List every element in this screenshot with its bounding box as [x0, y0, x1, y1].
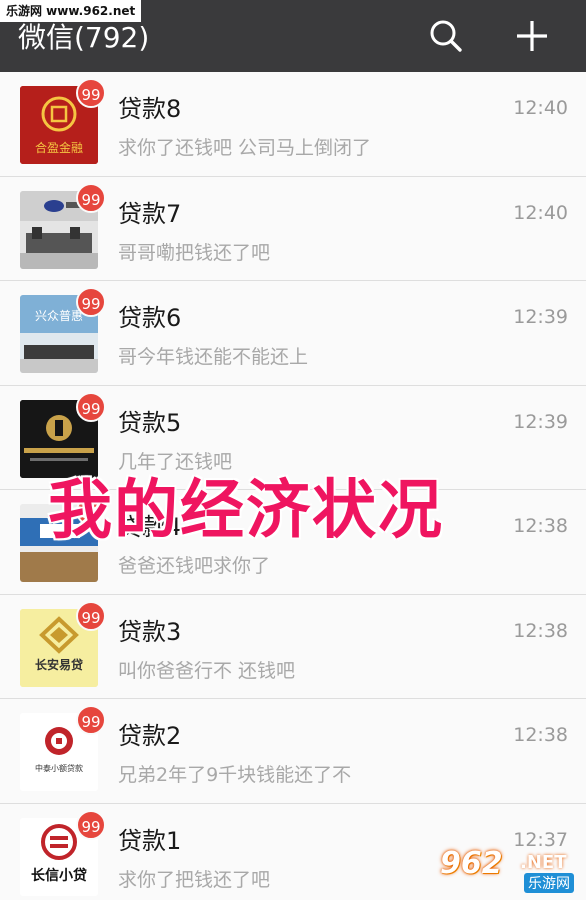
chat-preview: 兄弟2年了9千块钱能还了不 [118, 764, 352, 786]
unread-badge: 99 [76, 287, 106, 317]
chat-name: 贷款5 [118, 408, 182, 437]
site-watermark: 乐游网 www.962.net [0, 0, 142, 22]
chat-item[interactable]: 99 贷款7 12:40 哥哥嘞把钱还了吧 [0, 176, 586, 281]
add-button[interactable] [512, 16, 552, 56]
unread-badge: 99 [76, 705, 106, 735]
unread-badge: 99 [76, 182, 106, 213]
overlay-caption: 我的经济状况 [48, 474, 444, 548]
chat-preview: 爸爸还钱吧求你了 [118, 555, 271, 577]
svg-text:合盈金融: 合盈金融 [35, 140, 83, 155]
svg-text:中泰小额贷款: 中泰小额贷款 [35, 763, 83, 773]
unread-badge: 99 [76, 600, 106, 631]
chat-name: 贷款6 [118, 304, 182, 332]
chat-time: 12:40 [513, 97, 568, 119]
svg-text:兴众普惠: 兴众普惠 [35, 309, 83, 323]
chat-item[interactable]: 中泰小额贷款 99 贷款2 12:38 兄弟2年了9千块钱能还了不 [0, 699, 586, 804]
unread-badge: 99 [76, 391, 106, 422]
chat-name: 贷款7 [118, 199, 182, 228]
chat-time: 12:38 [513, 619, 568, 642]
chat-item[interactable]: 兴众普惠 99 贷款6 12:39 哥今年钱还能不能还上 [0, 281, 586, 386]
logo-962-text: 962 [440, 846, 503, 881]
chat-time: 12:39 [513, 410, 568, 433]
search-icon [430, 20, 462, 52]
chat-time: 12:39 [513, 306, 568, 328]
logo-cn-text: 乐游网 [524, 873, 574, 893]
chat-time: 12:40 [513, 201, 568, 224]
svg-text:长安易贷: 长安易贷 [35, 657, 83, 672]
chat-time: 12:38 [513, 724, 568, 746]
header-title: 微信(792) [18, 21, 150, 54]
chat-preview: 求你了还钱吧 公司马上倒闭了 [118, 137, 372, 159]
chat-name: 贷款3 [118, 617, 182, 646]
search-button[interactable] [426, 16, 466, 56]
svg-text:长信小贷: 长信小贷 [31, 867, 87, 884]
chat-name: 贷款1 [118, 826, 182, 855]
logo-net-text: .NET [520, 852, 567, 873]
chat-preview: 哥哥嘞把钱还了吧 [118, 241, 271, 264]
chat-name: 贷款2 [118, 722, 182, 750]
chat-preview: 哥今年钱还能不能还上 [118, 346, 309, 368]
chat-name: 贷款8 [118, 95, 182, 123]
unread-badge: 99 [76, 809, 106, 840]
chat-preview: 叫你爸爸行不 还钱吧 [118, 659, 296, 682]
unread-badge: 99 [76, 78, 106, 108]
chat-item[interactable]: 合盈金融 99 贷款8 12:40 求你了还钱吧 公司马上倒闭了 [0, 72, 586, 177]
chat-item[interactable]: 长安易贷 99 贷款3 12:38 叫你爸爸行不 还钱吧 [0, 594, 586, 699]
site-logo: 962 .NET 乐游网 [440, 846, 580, 896]
plus-icon [517, 21, 547, 51]
